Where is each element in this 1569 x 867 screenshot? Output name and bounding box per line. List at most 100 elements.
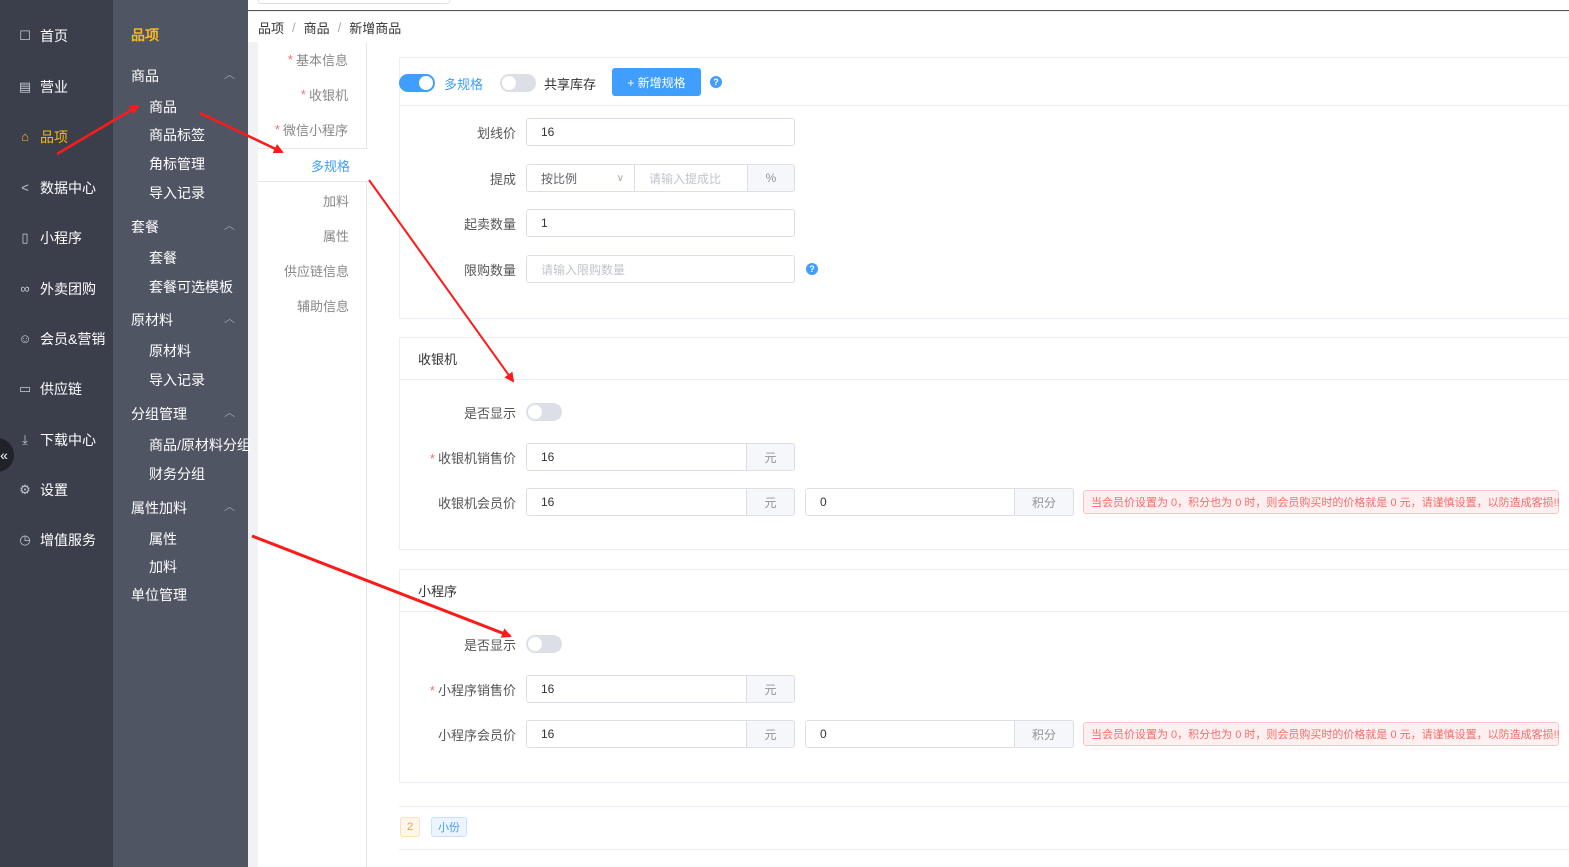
points-addon: 积分 — [1014, 720, 1074, 748]
percent-addon: % — [747, 164, 795, 192]
tab-label: 供应链信息 — [283, 263, 349, 279]
breadcrumb-item[interactable]: 品项 — [258, 18, 284, 37]
divider — [399, 849, 1569, 850]
pos-member-price-input[interactable]: 16 — [526, 488, 747, 516]
nav-item-home[interactable]: ☐ 首页 — [0, 21, 113, 51]
sub-item-import-records[interactable]: 导入记录 — [149, 183, 205, 203]
chevron-up-icon: ︿ — [224, 69, 235, 81]
tab-pos[interactable]: * 收银机 — [258, 77, 367, 111]
form-tab-menu: * 基本信息 * 收银机 * 微信小程序 多规格 加料 属性 供应链信息 辅助信息 — [258, 42, 368, 867]
group-grouping[interactable]: 分组管理 ︿ — [131, 404, 235, 424]
required-mark: * — [429, 451, 435, 466]
sub-item-product-material-groups[interactable]: 商品/原材料分组 — [149, 435, 251, 455]
commission-type-select[interactable]: 按比例 ∨ — [526, 164, 635, 192]
nav-item-members[interactable]: ☺ 会员&营销 — [0, 324, 113, 354]
sub-item-combos[interactable]: 套餐 — [149, 248, 177, 268]
pos-show-label: 是否显示 — [463, 406, 516, 421]
pos-member-points-input[interactable]: 0 — [805, 488, 1015, 516]
strike-price-label: 划线价 — [476, 126, 516, 141]
limit-qty-label: 限购数量 — [463, 263, 516, 278]
mini-sale-price-input[interactable]: 16 — [526, 675, 747, 703]
share-icon: < — [21, 180, 29, 195]
nav-item-delivery[interactable]: ∞ 外卖团购 — [0, 274, 113, 304]
sub-item-corner-badges[interactable]: 角标管理 — [149, 154, 205, 174]
group-label: 原材料 — [131, 312, 173, 328]
secondary-sidebar: 品项 商品 ︿ 商品 商品标签 角标管理 导入记录 套餐 ︿ 套餐 套餐可选模板 原… — [113, 0, 251, 867]
pos-show-toggle[interactable] — [526, 403, 562, 421]
tab-label: 多规格 — [310, 158, 350, 174]
tab-attributes[interactable]: 属性 — [258, 218, 367, 252]
group-label: 套餐 — [131, 219, 159, 235]
sub-item-material-imports[interactable]: 导入记录 — [149, 370, 205, 390]
tab-label: 辅助信息 — [296, 298, 349, 314]
multi-spec-toggle[interactable] — [399, 74, 435, 92]
nav-item-business[interactable]: ▤ 营业 — [0, 72, 113, 102]
nav-item-settings[interactable]: ⚙ 设置 — [0, 475, 113, 505]
sub-item-materials[interactable]: 原材料 — [149, 341, 191, 361]
yuan-addon: 元 — [746, 488, 795, 516]
calendar-icon: ▤ — [18, 79, 32, 94]
group-products[interactable]: 商品 ︿ — [131, 66, 235, 86]
sub-item-product-tags[interactable]: 商品标签 — [149, 125, 205, 145]
tab-wechat-mini[interactable]: * 微信小程序 — [258, 112, 367, 146]
nav-item-value-added[interactable]: ◷ 增值服务 — [0, 525, 113, 555]
mini-member-points-input[interactable]: 0 — [805, 720, 1015, 748]
top-search-input[interactable] — [258, 0, 450, 4]
sub-item-attributes[interactable]: 属性 — [149, 529, 177, 549]
tab-label: 微信小程序 — [282, 122, 348, 138]
commission-rate-input[interactable]: 请输入提成比 — [634, 164, 748, 192]
clock-icon: ◷ — [19, 532, 31, 547]
breadcrumb-separator: / — [292, 19, 296, 35]
mini-show-toggle[interactable] — [526, 635, 562, 653]
breadcrumb-item[interactable]: 商品 — [304, 18, 330, 37]
tab-label: 属性 — [322, 228, 349, 244]
breadcrumb-current: 新增商品 — [349, 20, 402, 36]
nav-item-mini-program[interactable]: ▯ 小程序 — [0, 223, 113, 253]
sub-item-finance-groups[interactable]: 财务分组 — [149, 464, 205, 484]
tab-multi-spec[interactable]: 多规格 — [258, 148, 368, 182]
gear-icon: ⚙ — [19, 482, 31, 497]
group-materials[interactable]: 原材料 ︿ — [131, 310, 235, 330]
nav-item-data-center[interactable]: < 数据中心 — [0, 173, 113, 203]
group-label: 单位管理 — [131, 587, 187, 603]
yuan-addon: 元 — [746, 675, 795, 703]
nav-label: 数据中心 — [40, 180, 96, 196]
help-icon[interactable]: ? — [710, 76, 722, 88]
spec-tag[interactable]: 小份 — [431, 817, 467, 837]
group-label: 分组管理 — [131, 406, 187, 422]
tab-auxiliary[interactable]: 辅助信息 — [258, 288, 367, 322]
nav-label: 增值服务 — [40, 532, 96, 548]
nav-item-supply-chain[interactable]: ▭ 供应链 — [0, 374, 113, 404]
spec-tag[interactable]: 2 — [400, 817, 421, 837]
strike-price-input[interactable]: 16 — [526, 118, 795, 146]
yuan-addon: 元 — [746, 443, 795, 471]
tab-basic-info[interactable]: * 基本信息 — [258, 42, 367, 76]
sub-item-products[interactable]: 商品 — [149, 97, 177, 117]
limit-qty-input[interactable]: 请输入限购数量 — [526, 255, 795, 283]
nav-item-products[interactable]: ⌂ 品项 — [0, 122, 113, 152]
mini-member-price-input[interactable]: 16 — [526, 720, 747, 748]
chevron-up-icon: ︿ — [224, 501, 235, 513]
required-mark: * — [429, 683, 435, 698]
commission-label: 提成 — [489, 172, 516, 187]
sub-item-addons[interactable]: 加料 — [149, 557, 177, 577]
pos-member-price-warning: 当会员价设置为 0，积分也为 0 时，则会员购买时的价格就是 0 元，请谨慎设置… — [1083, 490, 1560, 514]
tab-supply-chain[interactable]: 供应链信息 — [258, 253, 367, 287]
group-attributes[interactable]: 属性加料 ︿ — [131, 498, 235, 518]
shared-stock-toggle[interactable] — [500, 74, 536, 92]
add-spec-button[interactable]: + 新增规格 — [612, 68, 701, 96]
group-units[interactable]: 单位管理 — [131, 585, 235, 605]
user-icon: ☺ — [18, 331, 32, 346]
required-mark: * — [274, 121, 280, 137]
pos-sale-price-input[interactable]: 16 — [526, 443, 747, 471]
nav-item-downloads[interactable]: ⤓ 下载中心 — [0, 425, 113, 455]
help-icon[interactable]: ? — [806, 263, 818, 275]
pos-panel-title: 收银机 — [400, 338, 1569, 380]
min-qty-input[interactable]: 1 — [526, 209, 795, 237]
points-addon: 积分 — [1014, 488, 1074, 516]
sub-item-combo-templates[interactable]: 套餐可选模板 — [149, 277, 233, 297]
tab-label: 收银机 — [308, 87, 348, 103]
group-combos[interactable]: 套餐 ︿ — [131, 217, 235, 237]
tab-addons[interactable]: 加料 — [258, 183, 367, 217]
chevron-up-icon: ︿ — [224, 407, 235, 419]
